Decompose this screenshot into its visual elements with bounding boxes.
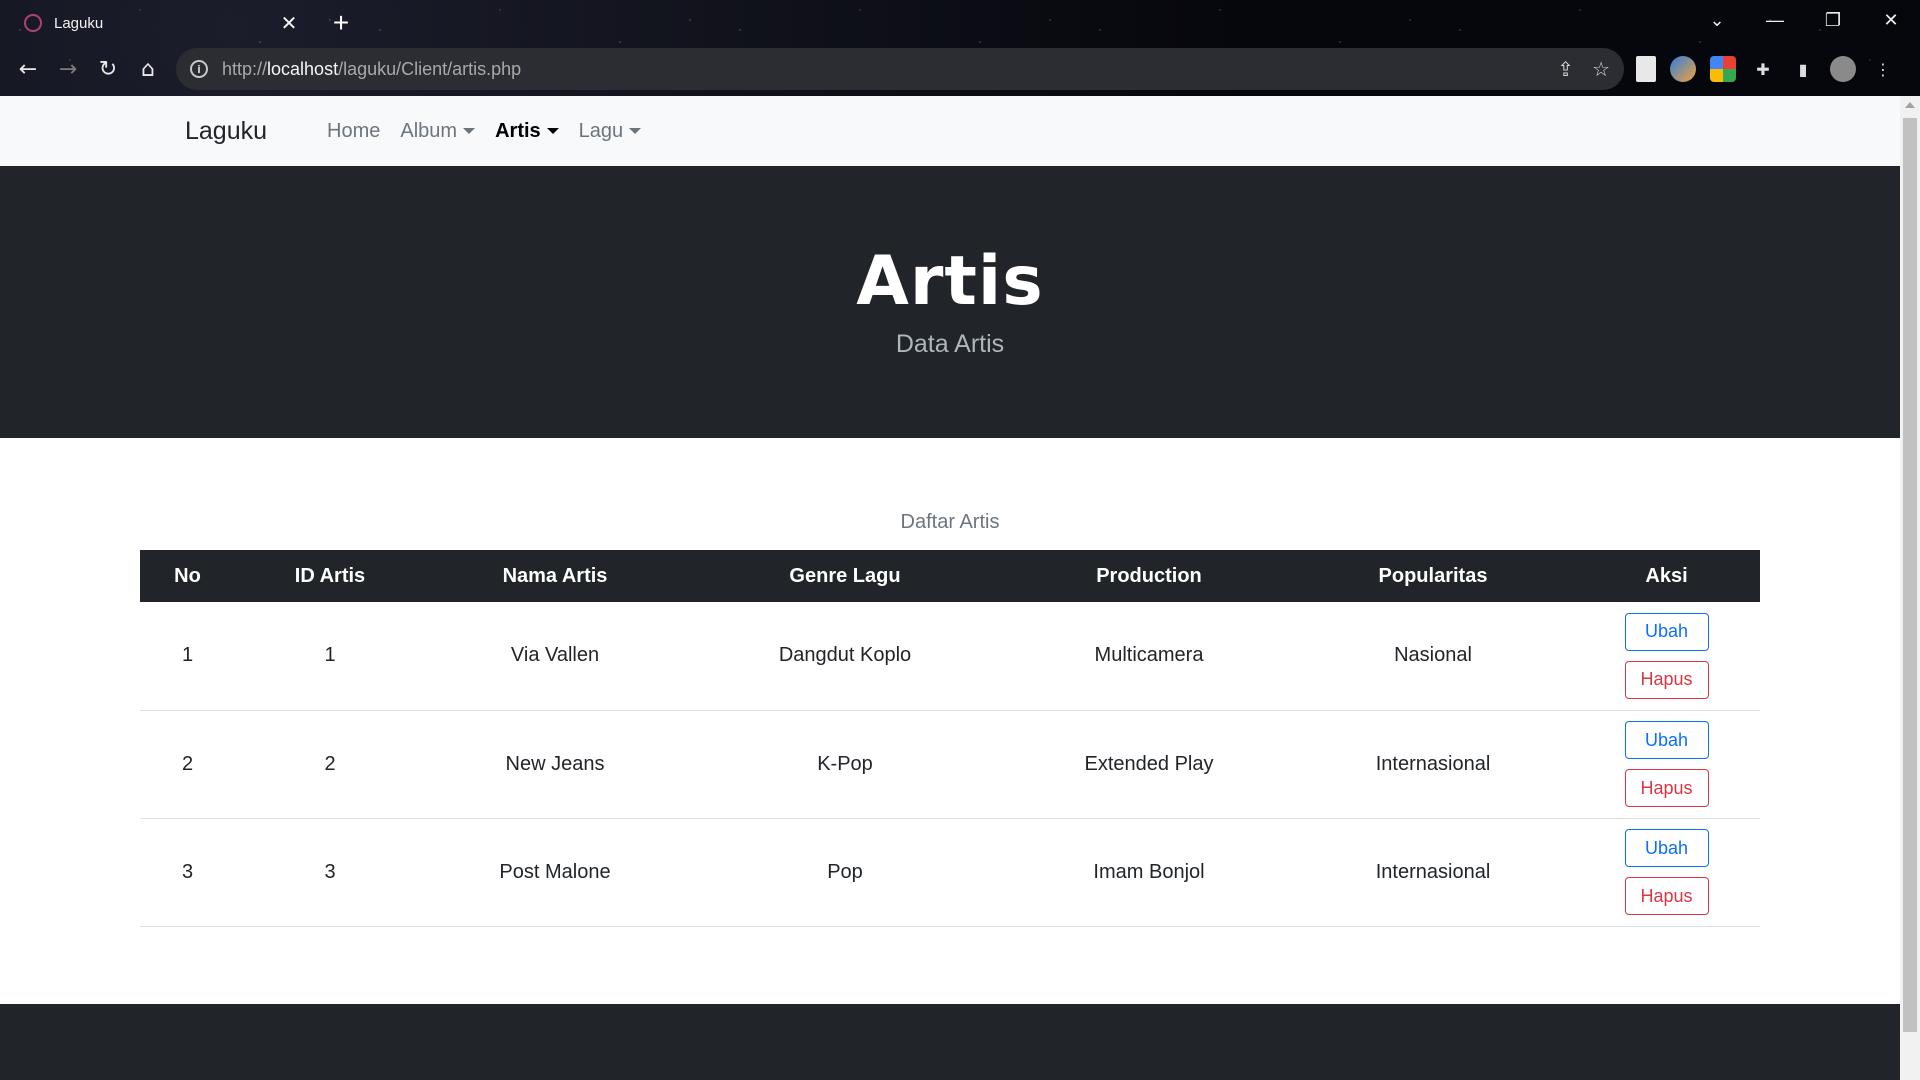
site-navbar: Laguku Home Album Artis Lagu [0, 96, 1900, 166]
cell-genre: K-Pop [685, 710, 1005, 819]
header-production: Production [1005, 550, 1293, 602]
favicon-icon [24, 14, 42, 32]
info-icon[interactable]: i [190, 60, 208, 78]
header-genre-lagu: Genre Lagu [685, 550, 1005, 602]
caret-down-icon [546, 128, 559, 134]
minimize-icon[interactable]: — [1746, 0, 1804, 40]
reload-icon[interactable]: ↻ [88, 49, 128, 89]
browser-tab[interactable]: Laguku ✕ [12, 6, 312, 40]
cell-production: Imam Bonjol [1005, 818, 1293, 927]
close-window-icon[interactable]: ✕ [1862, 0, 1920, 40]
bookmark-star-icon[interactable]: ☆ [1592, 57, 1610, 81]
profile-avatar[interactable] [1830, 56, 1856, 82]
scroll-up-icon[interactable] [1905, 102, 1915, 108]
scrollbar-thumb[interactable] [1903, 118, 1917, 1032]
cell-nama: New Jeans [425, 710, 685, 819]
nav-lagu-label: Lagu [578, 119, 624, 142]
url-text[interactable]: http://localhost/laguku/Client/artis.php [222, 59, 1557, 80]
page-title: Artis [856, 242, 1044, 321]
nav-item-album[interactable]: Album [400, 119, 476, 143]
home-icon[interactable]: ⌂ [128, 49, 168, 89]
cell-genre: Pop [685, 818, 1005, 927]
page-content: Laguku Home Album Artis Lagu Artis Data … [0, 96, 1900, 1080]
cell-popularitas: Internasional [1293, 710, 1573, 819]
cell-id: 2 [235, 710, 425, 819]
delete-button[interactable]: Hapus [1624, 877, 1709, 915]
nav-artis-label: Artis [495, 119, 541, 142]
url-path: /laguku/Client/artis.php [338, 58, 522, 79]
caret-down-icon [629, 128, 642, 134]
cell-no: 3 [140, 818, 235, 927]
site-footer [0, 1004, 1900, 1080]
cell-production: Multicamera [1005, 602, 1293, 711]
nav-item-lagu[interactable]: Lagu [579, 120, 642, 143]
page-viewport: Laguku Home Album Artis Lagu Artis Data … [0, 96, 1920, 1080]
extensions-area: ✚ ▮ ⋮ [1636, 48, 1896, 90]
cell-aksi: Ubah Hapus [1573, 818, 1760, 927]
table-header-row: No ID Artis Nama Artis Genre Lagu Produc… [140, 550, 1760, 602]
header-id-artis: ID Artis [235, 550, 425, 602]
edit-button[interactable]: Ubah [1624, 721, 1709, 759]
restore-icon[interactable]: ❐ [1804, 0, 1862, 40]
table-row: 3 3 Post Malone Pop Imam Bonjol Internas… [140, 818, 1760, 927]
cell-id: 1 [235, 602, 425, 711]
close-tab-icon[interactable]: ✕ [278, 11, 300, 35]
extensions-icon[interactable]: ✚ [1750, 56, 1776, 82]
delete-button[interactable]: Hapus [1624, 660, 1709, 699]
cell-popularitas: Internasional [1293, 818, 1573, 927]
browser-chrome: Laguku ✕ + ⌄ — ❐ ✕ ← → ↻ ⌂ i http://loca… [0, 0, 1920, 96]
side-panel-icon[interactable]: ▮ [1790, 56, 1816, 82]
nav-item-home[interactable]: Home [327, 120, 380, 143]
header-aksi: Aksi [1573, 550, 1760, 602]
cell-id: 3 [235, 818, 425, 927]
browser-toolbar: ← → ↻ ⌂ i http://localhost/laguku/Client… [0, 46, 1920, 92]
header-nama-artis: Nama Artis [425, 550, 685, 602]
navbar-brand[interactable]: Laguku [185, 117, 267, 146]
vertical-scrollbar[interactable] [1900, 96, 1920, 1080]
nav-item-artis[interactable]: Artis [495, 120, 559, 143]
address-bar[interactable]: i http://localhost/laguku/Client/artis.p… [176, 48, 1624, 90]
header-popularitas: Popularitas [1293, 550, 1573, 602]
new-tab-button[interactable]: + [326, 6, 356, 40]
nav-album-label: Album [400, 119, 458, 142]
cell-nama: Via Vallen [425, 602, 685, 711]
artist-table: No ID Artis Nama Artis Genre Lagu Produc… [140, 550, 1760, 927]
caret-down-icon [463, 128, 476, 134]
tab-search-icon[interactable]: ⌄ [1688, 0, 1746, 40]
delete-button[interactable]: Hapus [1624, 769, 1709, 807]
document-extension-icon[interactable] [1636, 56, 1656, 82]
header-no: No [140, 550, 235, 602]
edit-button[interactable]: Ubah [1624, 829, 1709, 867]
url-prefix: http:// [222, 58, 268, 79]
url-host: localhost [267, 58, 339, 79]
window-controls: ⌄ — ❐ ✕ [1688, 0, 1920, 40]
cell-aksi: Ubah Hapus [1573, 710, 1760, 819]
cell-no: 1 [140, 602, 235, 711]
cell-aksi: Ubah Hapus [1573, 602, 1760, 711]
cell-popularitas: Nasional [1293, 602, 1573, 711]
table-row: 1 1 Via Vallen Dangdut Koplo Multicamera… [140, 602, 1760, 711]
forward-arrow-icon[interactable]: → [48, 49, 88, 89]
edit-button[interactable]: Ubah [1624, 612, 1709, 651]
table-caption: Daftar Artis [900, 511, 1000, 533]
share-icon[interactable]: ⇪ [1557, 57, 1574, 81]
cell-production: Extended Play [1005, 710, 1293, 819]
hero-banner: Artis Data Artis [0, 166, 1900, 438]
omnibox-actions: ⇪ ☆ [1557, 57, 1610, 81]
nav-home-label: Home [327, 119, 381, 142]
back-arrow-icon[interactable]: ← [8, 49, 48, 89]
page-subtitle: Data Artis [895, 330, 1005, 358]
tiles-extension-icon[interactable] [1710, 56, 1736, 82]
cell-genre: Dangdut Koplo [685, 602, 1005, 711]
menu-dots-icon[interactable]: ⋮ [1870, 56, 1896, 82]
table-row: 2 2 New Jeans K-Pop Extended Play Intern… [140, 710, 1760, 819]
cell-no: 2 [140, 710, 235, 819]
cell-nama: Post Malone [425, 818, 685, 927]
bird-extension-icon[interactable] [1670, 56, 1696, 82]
tab-title: Laguku [54, 14, 104, 32]
